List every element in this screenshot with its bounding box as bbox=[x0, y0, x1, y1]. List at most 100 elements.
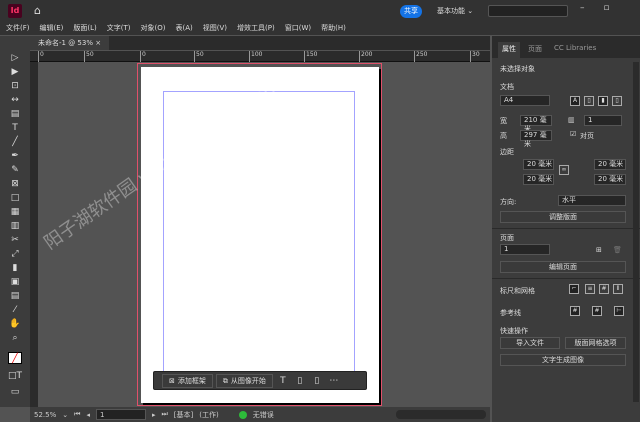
page-tool-icon[interactable]: ⊡ bbox=[8, 80, 22, 92]
type-tool-icon[interactable]: T bbox=[8, 122, 22, 134]
margin-top-field[interactable]: 20 毫米 bbox=[523, 159, 554, 170]
scissors-icon[interactable]: ✂ bbox=[8, 234, 22, 246]
preflight-status-icon bbox=[238, 410, 247, 419]
note-icon[interactable]: ▤ bbox=[8, 290, 22, 302]
workspace-switcher[interactable]: 基本功能 ⌄ bbox=[437, 6, 473, 16]
pages-count-field[interactable]: 1 bbox=[584, 115, 622, 126]
hand-tool-icon[interactable]: ✋ bbox=[8, 318, 22, 330]
panel-tabs: 属性 页面 CC Libraries bbox=[492, 36, 640, 58]
search-input[interactable] bbox=[488, 5, 568, 17]
width-field[interactable]: 210 毫米 bbox=[520, 115, 552, 133]
snap-guides-icon[interactable]: ⊢ bbox=[614, 306, 624, 316]
line-tool-icon[interactable]: ╱ bbox=[8, 136, 22, 148]
more-icon[interactable]: ⋯ bbox=[327, 376, 341, 386]
add-page-icon[interactable]: ⊞ bbox=[596, 246, 602, 254]
view-mode-icon[interactable]: ▭ bbox=[8, 386, 22, 398]
transform-icon[interactable]: ⤢ bbox=[8, 248, 22, 260]
pencil-tool-icon[interactable]: ✎ bbox=[8, 164, 22, 176]
menu-layout[interactable]: 版面(L) bbox=[73, 22, 96, 35]
ruler-tick: 50 bbox=[194, 51, 204, 62]
baseline-grid-icon[interactable]: ≡ bbox=[585, 284, 595, 294]
share-button[interactable]: 共享 bbox=[400, 5, 422, 18]
ruler-tick: 0 bbox=[140, 51, 146, 62]
first-page-icon[interactable]: ⏮ bbox=[74, 410, 80, 419]
margin-inside-field[interactable]: 20 毫米 bbox=[594, 159, 626, 170]
add-frame-button[interactable]: ⊠ 添加框架 bbox=[162, 373, 213, 388]
import-file-button[interactable]: 导入文件 bbox=[500, 337, 560, 349]
menu-file[interactable]: 文件(F) bbox=[6, 22, 30, 35]
facing-pages-checkbox[interactable]: ☑ bbox=[570, 130, 576, 138]
menu-window[interactable]: 窗口(W) bbox=[285, 22, 311, 35]
text-frame-icon[interactable]: T bbox=[276, 376, 290, 386]
page-icon[interactable]: ▯ bbox=[293, 376, 307, 386]
ruler-tick: 50 bbox=[84, 51, 94, 62]
tab-cc-libraries[interactable]: CC Libraries bbox=[550, 42, 600, 58]
preflight-status[interactable]: 无错误 bbox=[253, 410, 274, 420]
landscape-icon[interactable]: ▯ bbox=[584, 96, 594, 106]
page-number-field[interactable]: 1 bbox=[95, 409, 146, 420]
edit-page-button[interactable]: 编辑页面 bbox=[500, 261, 626, 273]
margin-outside-field[interactable]: 20 毫米 bbox=[594, 174, 626, 185]
guides-label: 参考线 bbox=[500, 309, 521, 317]
ruler-icon[interactable]: ⌐ bbox=[569, 284, 579, 294]
gap-tool-icon[interactable]: ↔ bbox=[8, 94, 22, 106]
tab-properties[interactable]: 属性 bbox=[498, 42, 520, 58]
grid-tool-icon[interactable]: ▥ bbox=[8, 220, 22, 232]
zoom-tool-icon[interactable]: ⌕ bbox=[8, 332, 22, 344]
panel-scrollbar[interactable] bbox=[633, 62, 639, 402]
preset-select[interactable]: A4 bbox=[500, 95, 550, 106]
last-page-icon[interactable]: ⏭ bbox=[161, 410, 167, 419]
content-collector-icon[interactable]: ▤ bbox=[8, 108, 22, 120]
document-grid-icon[interactable]: # bbox=[599, 284, 609, 294]
layout-grid-icon[interactable]: ⦀ bbox=[613, 284, 623, 294]
text-to-image-button[interactable]: 文字生成图像 bbox=[500, 354, 626, 366]
menu-edit[interactable]: 编辑(E) bbox=[40, 22, 64, 35]
rectangle-frame-icon[interactable]: ⊠ bbox=[8, 178, 22, 190]
portrait-icon[interactable]: A bbox=[570, 96, 580, 106]
horizontal-scrollbar[interactable] bbox=[396, 410, 486, 419]
formatting-icon[interactable]: □T bbox=[8, 370, 22, 382]
menu-object[interactable]: 对象(O) bbox=[141, 22, 166, 35]
contextual-task-bar: ⊠ 添加框架 ⧉ 从图像开始 T ▯ ▯ ⋯ bbox=[153, 371, 367, 390]
menu-view[interactable]: 视图(V) bbox=[203, 22, 227, 35]
profile-label[interactable]: (工作) bbox=[199, 410, 218, 420]
image-icon[interactable]: ▣ bbox=[8, 276, 22, 288]
show-guides-icon[interactable]: # bbox=[570, 306, 580, 316]
menu-table[interactable]: 表(A) bbox=[176, 22, 193, 35]
layout-grid-options-button[interactable]: 版面网格选项 bbox=[565, 337, 626, 349]
next-page-icon[interactable]: ▸ bbox=[152, 411, 156, 419]
lock-guides-icon[interactable]: # bbox=[592, 306, 602, 316]
height-field[interactable]: 297 毫米 bbox=[520, 130, 552, 148]
table-tool-icon[interactable]: ▦ bbox=[8, 206, 22, 218]
menu-plugins[interactable]: 增效工具(P) bbox=[237, 22, 275, 35]
direct-selection-icon[interactable]: ▶ bbox=[8, 66, 22, 78]
margin-bottom-field[interactable]: 20 毫米 bbox=[523, 174, 554, 185]
prev-page-icon[interactable]: ◂ bbox=[86, 411, 90, 419]
menu-type[interactable]: 文字(T) bbox=[107, 22, 131, 35]
selection-tool-icon[interactable]: ▷ bbox=[8, 52, 22, 64]
orientation-select[interactable]: 水平 bbox=[558, 195, 626, 206]
single-page-icon[interactable]: ▮ bbox=[598, 96, 608, 106]
ruler-tick: 250 bbox=[414, 51, 427, 62]
zoom-level[interactable]: 52.5% bbox=[34, 411, 56, 419]
rectangle-tool-icon[interactable]: □ bbox=[8, 192, 22, 204]
vertical-ruler[interactable] bbox=[30, 62, 38, 407]
start-from-image-button[interactable]: ⧉ 从图像开始 bbox=[215, 373, 273, 388]
pen-tool-icon[interactable]: ✒ bbox=[8, 150, 22, 162]
fill-stroke-icon[interactable]: ╱ bbox=[8, 352, 22, 364]
window-controls[interactable]: – ▫ bbox=[580, 3, 617, 13]
page-select[interactable]: 1 bbox=[500, 244, 550, 255]
document-tab[interactable]: 未命名-1 @ 53% × bbox=[30, 36, 110, 50]
facing-pages-icon[interactable]: ▯ bbox=[612, 96, 622, 106]
eyedropper-icon[interactable]: ⁄ bbox=[8, 304, 22, 316]
gradient-icon[interactable]: ▮ bbox=[8, 262, 22, 274]
page-settings-icon[interactable]: ▯ bbox=[310, 376, 324, 386]
adjust-layout-button[interactable]: 调整版面 bbox=[500, 211, 626, 223]
home-icon[interactable]: ⌂ bbox=[34, 4, 41, 17]
chevron-down-icon[interactable]: ⌄ bbox=[62, 411, 68, 419]
delete-page-icon[interactable]: 🗑 bbox=[613, 246, 622, 254]
tab-pages[interactable]: 页面 bbox=[524, 42, 546, 58]
menu-help[interactable]: 帮助(H) bbox=[321, 22, 346, 35]
horizontal-ruler[interactable]: 0 50 0 50 100 150 200 250 30 bbox=[30, 51, 490, 62]
link-margins-icon[interactable]: ∞ bbox=[559, 165, 569, 175]
